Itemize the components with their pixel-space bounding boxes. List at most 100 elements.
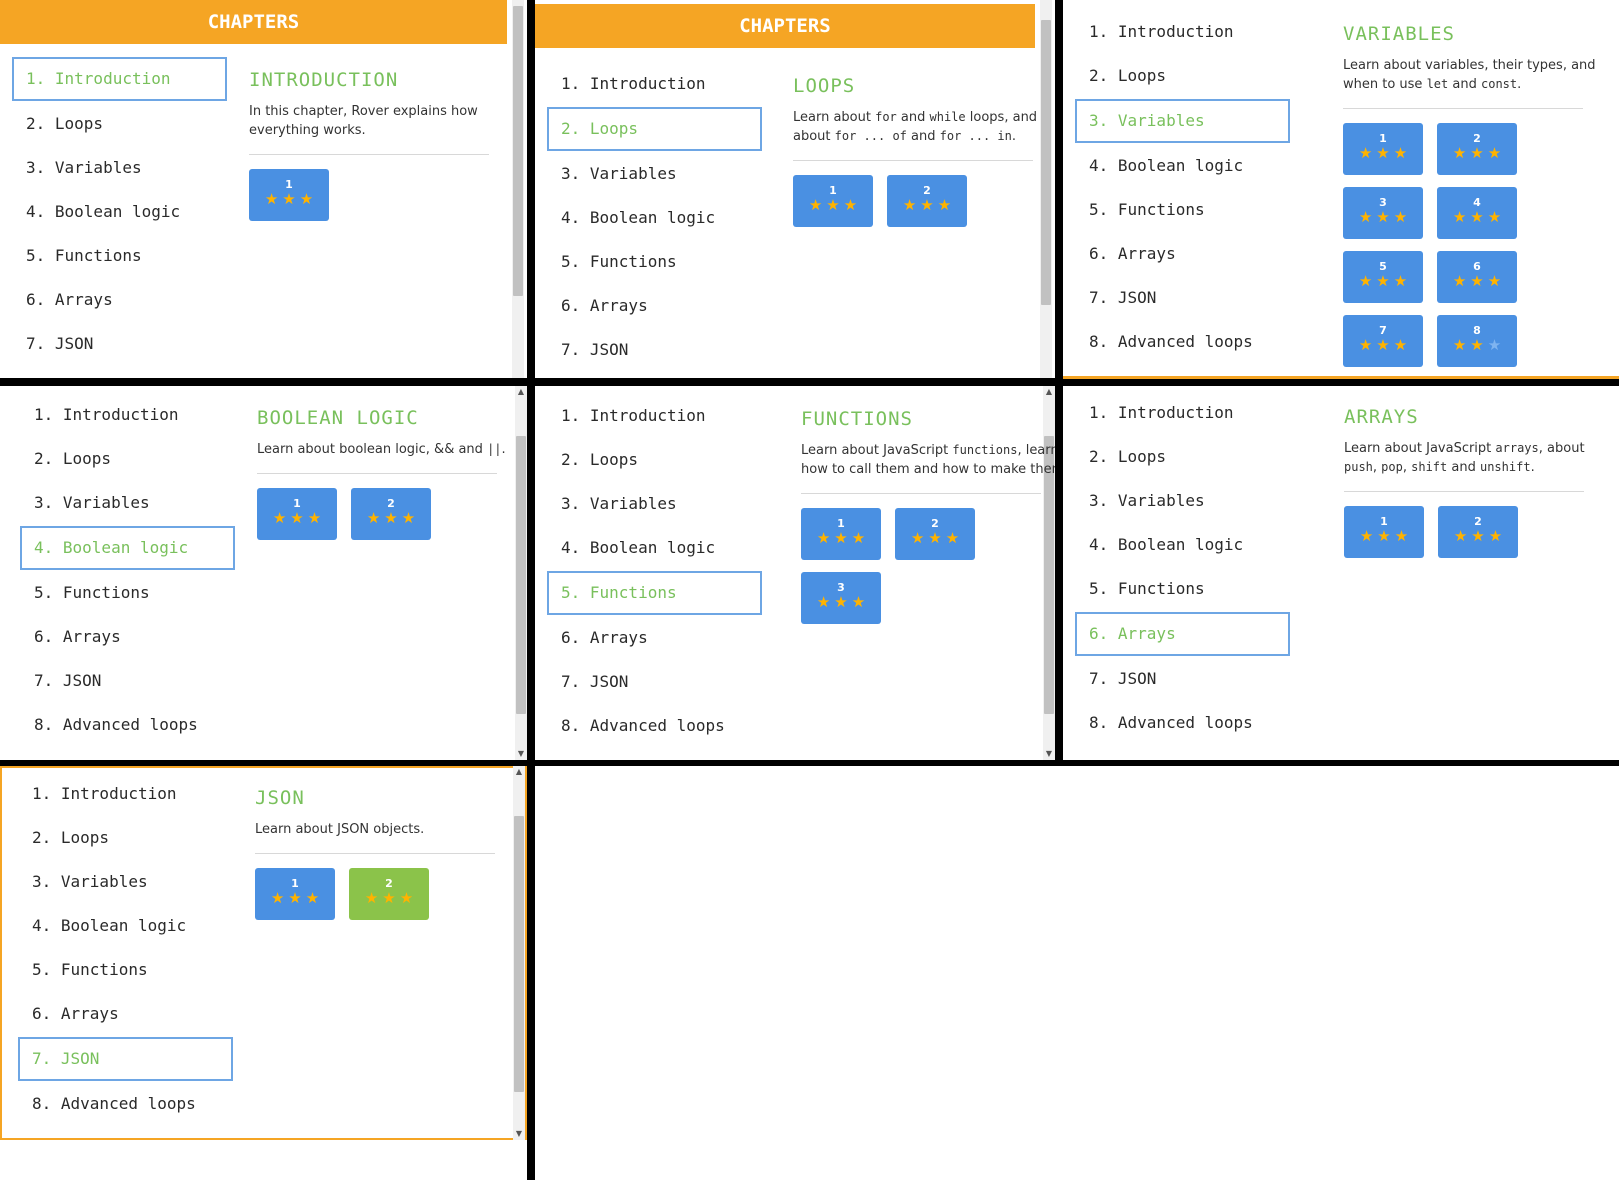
chapter-menu-item[interactable]: 1. Introduction <box>547 62 762 106</box>
chapter-menu-item[interactable]: 1. Introduction <box>12 57 227 101</box>
chapter-menu-item[interactable]: 7. JSON <box>1075 276 1290 320</box>
chapter-content: BOOLEAN LOGIC Learn about boolean logic, … <box>257 406 527 540</box>
chapter-menu-item[interactable]: 2. Loops <box>1075 435 1290 479</box>
chapter-menu-item[interactable]: 2. Loops <box>547 107 762 151</box>
level-tile[interactable]: 2 ★★★ <box>349 868 429 920</box>
star-icon: ★ <box>282 190 300 208</box>
level-tile[interactable]: 1 ★★★ <box>1343 123 1423 175</box>
chapter-menu-item[interactable]: 4. Boolean logic <box>1075 523 1290 567</box>
chapter-menu-item[interactable]: 6. Arrays <box>547 284 762 328</box>
chapter-menu-item[interactable]: 8. Advanced loops <box>1075 701 1290 745</box>
level-tile[interactable]: 2 ★★★ <box>351 488 431 540</box>
scroll-down-arrow-icon[interactable]: ▼ <box>1043 748 1055 760</box>
chapter-menu-item[interactable]: 6. Arrays <box>20 615 235 659</box>
chapter-menu-item[interactable]: 5. Functions <box>1075 567 1290 611</box>
scroll-up-arrow-icon[interactable]: ▲ <box>513 766 525 778</box>
chapter-menu-item[interactable]: 1. Introduction <box>1075 391 1290 435</box>
level-tile[interactable]: 4 ★★★ <box>1437 187 1517 239</box>
chapter-menu-item[interactable]: 6. Arrays <box>12 278 227 322</box>
chapter-menu-item[interactable]: 9. Algorithms <box>547 748 762 760</box>
description-text: . <box>501 442 506 457</box>
level-tile[interactable]: 1 ★★★ <box>1344 506 1424 558</box>
chapter-menu-item[interactable]: 5. Functions <box>547 240 762 284</box>
chapter-menu-item[interactable]: 7. JSON <box>20 659 235 703</box>
chapter-menu-item[interactable]: 8. Advanced loops <box>1075 320 1290 364</box>
level-tile[interactable]: 3 ★★★ <box>1343 187 1423 239</box>
chapter-menu-item[interactable]: 3. Variables <box>18 860 233 904</box>
chapter-menu-item[interactable]: 7. JSON <box>547 328 762 372</box>
chapter-menu-item[interactable]: 9. Algorithms <box>1075 745 1290 760</box>
chapter-content: INTRODUCTION In this chapter, Rover expla… <box>249 68 519 221</box>
level-tile[interactable]: 1 ★★★ <box>255 868 335 920</box>
star-icon: ★ <box>834 529 852 547</box>
chapter-menu-item[interactable]: 7. JSON <box>547 660 762 704</box>
level-tile[interactable]: 2 ★★★ <box>895 508 975 560</box>
chapter-menu-item[interactable]: 9. Algorithms <box>20 747 235 760</box>
chapter-menu-item[interactable]: 5. Functions <box>18 948 233 992</box>
level-tile[interactable]: 1 ★★★ <box>249 169 329 221</box>
description-text: , <box>1402 460 1412 475</box>
chapter-menu-item[interactable]: 4. Boolean logic <box>547 526 762 570</box>
level-tile[interactable]: 6 ★★★ <box>1437 251 1517 303</box>
divider-line <box>1344 491 1584 492</box>
chapter-menu-item[interactable]: 6. Arrays <box>547 616 762 660</box>
chapter-menu-item[interactable]: 7. JSON <box>12 322 227 366</box>
chapter-description: Learn about boolean logic, && and ||. <box>257 440 527 459</box>
chapter-menu-item[interactable]: 4. Boolean logic <box>18 904 233 948</box>
level-tile[interactable]: 2 ★★★ <box>1437 123 1517 175</box>
chapter-menu-item[interactable]: 2. Loops <box>20 437 235 481</box>
chapter-menu-item[interactable]: 4. Boolean logic <box>20 526 235 570</box>
level-tile[interactable]: 8 ★★★ <box>1437 315 1517 367</box>
chapter-menu-item[interactable]: 5. Functions <box>547 571 762 615</box>
level-tile[interactable]: 1 ★★★ <box>257 488 337 540</box>
chapter-menu-item[interactable]: 6. Arrays <box>1075 232 1290 276</box>
chapter-menu-item[interactable]: 3. Variables <box>1075 99 1290 143</box>
chapter-menu-item[interactable]: 8. Advanced loops <box>20 703 235 747</box>
scroll-up-arrow-icon[interactable]: ▲ <box>1043 386 1055 398</box>
level-tile[interactable]: 2 ★★★ <box>1438 506 1518 558</box>
star-icon: ★ <box>902 196 921 214</box>
chapter-menu-item[interactable]: 5. Functions <box>12 234 227 278</box>
level-tile[interactable]: 1 ★★★ <box>801 508 881 560</box>
scroll-up-arrow-icon[interactable]: ▲ <box>515 386 527 398</box>
scroll-down-arrow-icon[interactable]: ▼ <box>515 748 527 760</box>
chapter-menu-item[interactable]: 3. Variables <box>547 482 762 526</box>
chapter-menu-item[interactable]: 7. JSON <box>1075 657 1290 701</box>
chapter-menu-item[interactable]: 9. Algorithms <box>18 1126 233 1140</box>
chapter-menu-item[interactable]: 7. JSON <box>18 1037 233 1081</box>
chapter-menu-item[interactable]: 1. Introduction <box>547 394 762 438</box>
level-tile[interactable]: 3 ★★★ <box>801 572 881 624</box>
chapter-menu-item[interactable]: 3. Variables <box>12 146 227 190</box>
chapter-menu-item[interactable]: 1. Introduction <box>20 393 235 437</box>
chapter-menu-item[interactable]: 1. Introduction <box>1075 10 1290 54</box>
chapter-menu-item[interactable]: 3. Variables <box>20 481 235 525</box>
level-tiles: 1 ★★★ <box>249 169 499 221</box>
level-tile[interactable]: 7 ★★★ <box>1343 315 1423 367</box>
chapter-menu-item[interactable]: 8. Advanced loops <box>547 704 762 748</box>
chapter-menu-item[interactable]: 2. Loops <box>18 816 233 860</box>
chapter-menu-item[interactable]: 2. Loops <box>547 438 762 482</box>
scroll-down-arrow-icon[interactable]: ▼ <box>513 1128 525 1140</box>
chapter-menu-item[interactable]: 3. Variables <box>547 152 762 196</box>
chapter-menu-item[interactable]: 4. Boolean logic <box>1075 144 1290 188</box>
chapter-menu-item[interactable]: 1. Introduction <box>18 772 233 816</box>
chapter-menu-item[interactable]: 2. Loops <box>1075 54 1290 98</box>
chapter-menu-item[interactable]: 5. Functions <box>1075 188 1290 232</box>
chapter-menu-item[interactable]: 6. Arrays <box>18 992 233 1036</box>
panel-boolean: ▲ ▼ 1. Introduction 2. Loops 3. Variables 4… <box>0 386 527 760</box>
star-icon: ★ <box>1358 272 1377 290</box>
chapter-title: VARIABLES <box>1343 23 1455 45</box>
star-icon: ★ <box>307 509 326 527</box>
chapter-menu-item[interactable]: 4. Boolean logic <box>547 196 762 240</box>
level-tile[interactable]: 1 ★★★ <box>793 175 873 227</box>
divider-horizontal-2 <box>0 760 1619 766</box>
chapter-menu-item[interactable]: 3. Variables <box>1075 479 1290 523</box>
chapter-menu-item[interactable]: 2. Loops <box>12 102 227 146</box>
star-icon: ★ <box>1487 336 1506 354</box>
chapter-menu-item[interactable]: 4. Boolean logic <box>12 190 227 234</box>
chapter-menu-item[interactable]: 6. Arrays <box>1075 612 1290 656</box>
chapter-menu-item[interactable]: 5. Functions <box>20 571 235 615</box>
level-tile[interactable]: 2 ★★★ <box>887 175 967 227</box>
chapter-menu-item[interactable]: 8. Advanced loops <box>18 1082 233 1126</box>
level-tile[interactable]: 5 ★★★ <box>1343 251 1423 303</box>
